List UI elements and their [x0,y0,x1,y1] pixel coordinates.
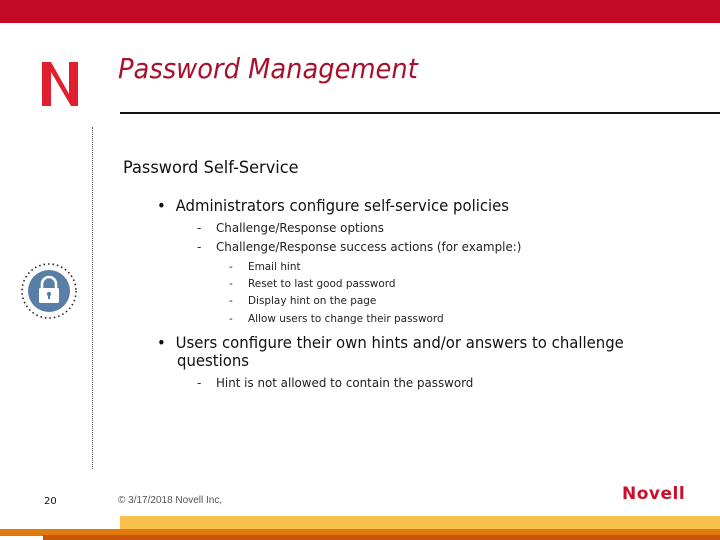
bullet-glyph: • [157,333,166,352]
dash-glyph: - [197,239,202,254]
footer-band-yellow [120,516,720,530]
sub-sub-bullet-text: Reset to last good password [248,277,396,290]
slide-subtitle: Password Self-Service [123,158,299,178]
bullet-text: Administrators configure self-service po… [175,196,510,215]
sub-bullet-text: Challenge/Response success actions (for … [216,239,522,254]
sub-sub-bullet-item: - Email hint [229,260,301,273]
novell-wordmark: Novell. [622,484,687,504]
sub-sub-bullet-item: - Display hint on the page [229,294,376,307]
slide-title: Password Management [118,52,418,85]
padlock-icon [21,263,77,319]
sub-sub-bullet-item: - Allow users to change their password [229,312,444,325]
sub-sub-bullet-text: Allow users to change their password [248,312,444,325]
bullet-text: Users configure their own hints and/or a… [175,333,624,352]
footer-band-dark-orange [43,535,720,540]
bullet-text-continuation: questions [177,351,250,370]
sub-bullet-item: - Hint is not allowed to contain the pass… [197,375,473,390]
bullet-glyph: • [157,196,166,215]
sub-sub-bullet-item: - Reset to last good password [229,277,395,290]
sub-bullet-text: Challenge/Response options [216,220,384,235]
sub-bullet-item: - Challenge/Response options [197,220,384,235]
dash-glyph: - [229,294,233,307]
sub-sub-bullet-text: Email hint [248,260,301,273]
vertical-dotted-divider [92,127,93,469]
dash-glyph: - [229,312,233,325]
brand-mark: . [685,495,688,501]
dash-glyph: - [229,277,233,290]
bullet-item: • Administrators configure self-service p… [157,196,509,215]
dash-glyph: - [197,220,202,235]
brand-name: Novell [622,484,686,504]
dash-glyph: - [229,260,233,273]
dash-glyph: - [197,375,202,390]
novell-n-logo-icon [42,62,78,106]
sub-sub-bullet-text: Display hint on the page [248,294,377,307]
page-number: 20 [44,496,57,507]
sub-bullet-item: - Challenge/Response success actions (for… [197,239,521,254]
top-brand-bar [0,0,720,23]
sub-bullet-text: Hint is not allowed to contain the passw… [216,375,474,390]
title-divider [120,112,720,114]
bullet-item: • Users configure their own hints and/or … [157,333,624,352]
copyright-notice: © 3/17/2018 Novell Inc, [118,495,223,506]
